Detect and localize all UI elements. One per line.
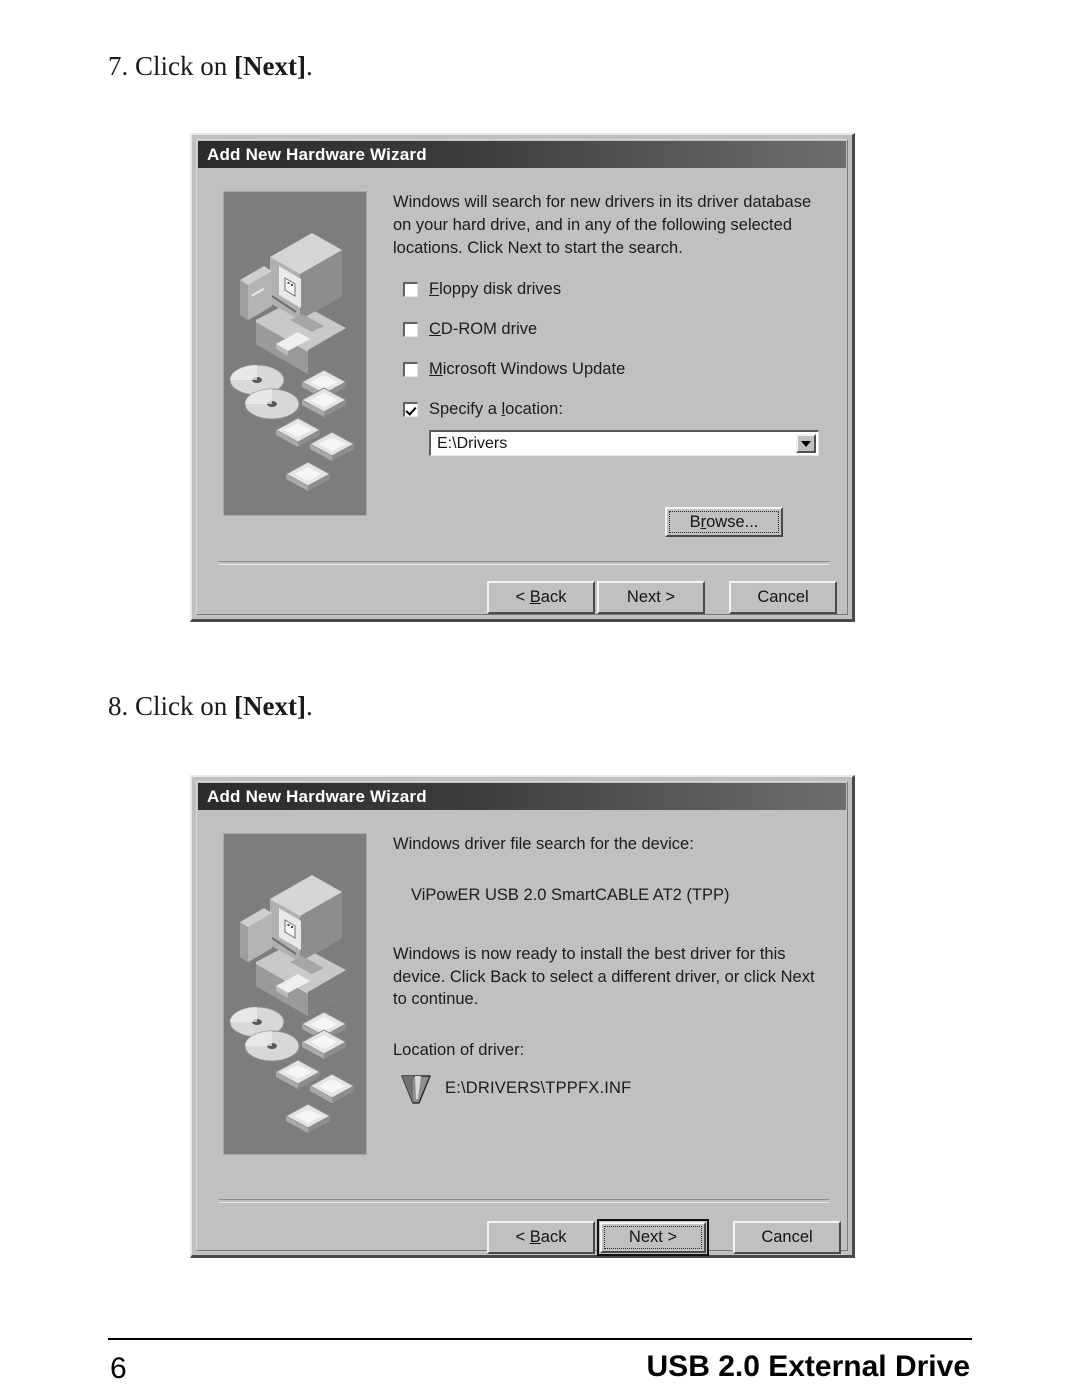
checkbox-label-specify-a-location: Specify a location:: [429, 400, 563, 419]
checkbox-cd-rom-drive[interactable]: [403, 322, 418, 338]
step-7-text-before: Click on: [135, 51, 234, 81]
checkbox-label-microsoft-windows-update: Microsoft Windows Update: [429, 360, 626, 379]
step-7-instruction: 7. Click on [Next].: [108, 50, 313, 82]
checkbox-specify-a-location[interactable]: [403, 402, 418, 418]
checkbox-row-microsoft-windows-update[interactable]: Microsoft Windows Update: [393, 360, 829, 379]
checkbox-row-floppy-disk-drives[interactable]: Floppy disk drives: [393, 280, 829, 299]
back-button-2-label: < Back: [515, 1228, 567, 1246]
browse-button-label: Browse...: [689, 512, 759, 531]
device-name: ViPowER USB 2.0 SmartCABLE AT2 (TPP): [411, 885, 730, 904]
checkbox-microsoft-windows-update[interactable]: [403, 362, 418, 378]
dialog-2-button-row: < Back Next > Cancel: [487, 1219, 841, 1256]
computer-cds-chips-icon: [224, 192, 366, 515]
add-new-hardware-wizard-dialog-2[interactable]: Add New Hardware Wizard Windows driver f…: [190, 775, 855, 1258]
dialog-1-content: Windows will search for new drivers in i…: [393, 191, 829, 457]
next-button-1-label: Next >: [626, 588, 676, 606]
next-button-2-label: Next >: [628, 1228, 678, 1246]
dialog-1-titlebar: Add New Hardware Wizard: [198, 141, 846, 168]
checkbox-label-cd-rom-drive: CD-ROM drive: [429, 320, 538, 339]
dialog-2-title: Add New Hardware Wizard: [207, 786, 427, 806]
step-8-emphasis: [Next]: [234, 691, 306, 721]
checkbox-row-specify-a-location[interactable]: Specify a location:: [393, 400, 829, 419]
footer-page-number: 6: [110, 1352, 127, 1385]
step-8-text-before: Click on: [135, 691, 234, 721]
step-7-text-after: .: [305, 51, 313, 81]
dialog-2-inner-frame: Add New Hardware Wizard Windows driver f…: [196, 781, 848, 1256]
add-new-hardware-wizard-dialog-1[interactable]: Add New Hardware Wizard Windows will sea…: [190, 133, 855, 622]
driver-path: E:\DRIVERS\TPPFX.INF: [445, 1079, 632, 1098]
browse-button[interactable]: Browse...: [665, 507, 783, 537]
location-combobox[interactable]: E:\Drivers: [429, 430, 819, 457]
footer-title: USB 2.0 External Drive: [646, 1350, 970, 1383]
cancel-button-1-label: Cancel: [757, 588, 809, 606]
footer-divider: [108, 1338, 972, 1340]
dialog-1-inner-frame: Add New Hardware Wizard Windows will sea…: [196, 139, 848, 615]
cancel-button-2[interactable]: Cancel: [733, 1221, 841, 1254]
wizard-illustration-1: [223, 191, 367, 516]
computer-cds-chips-icon: [224, 834, 366, 1154]
dialog-1-body-text: Windows will search for new drivers in i…: [393, 193, 812, 257]
driver-location-row: E:\DRIVERS\TPPFX.INF: [393, 1072, 829, 1106]
ready-to-install-text: Windows is now ready to install the best…: [393, 944, 815, 1009]
back-button-1[interactable]: < Back: [487, 581, 595, 614]
driver-search-heading: Windows driver file search for the devic…: [393, 835, 694, 853]
funnel-icon: [401, 1075, 431, 1104]
step-7-number: 7.: [108, 51, 129, 81]
dialog-1-separator: [219, 561, 829, 565]
wizard-illustration-2: [223, 833, 367, 1155]
checkbox-floppy-disk-drives[interactable]: [403, 282, 418, 298]
dialog-1-button-row: < Back Next > Cancel: [487, 581, 837, 614]
back-button-1-label: < Back: [515, 588, 567, 606]
dialog-1-title: Add New Hardware Wizard: [207, 144, 427, 164]
dialog-1-body: Windows will search for new drivers in i…: [197, 169, 847, 614]
location-of-driver-label: Location of driver:: [393, 1041, 525, 1060]
step-8-number: 8.: [108, 691, 129, 721]
next-button-2[interactable]: Next >: [597, 1219, 709, 1256]
chevron-down-icon[interactable]: [796, 434, 816, 454]
cancel-button-1[interactable]: Cancel: [729, 581, 837, 614]
dialog-2-body: Windows driver file search for the devic…: [197, 811, 847, 1256]
dialog-2-titlebar: Add New Hardware Wizard: [198, 783, 846, 810]
step-7-emphasis: [Next]: [234, 51, 306, 81]
checkbox-row-cd-rom-drive[interactable]: CD-ROM drive: [393, 320, 829, 339]
back-button-2[interactable]: < Back: [487, 1221, 595, 1254]
dialog-2-separator: [219, 1199, 829, 1203]
dialog-2-content: Windows driver file search for the devic…: [393, 833, 829, 1106]
step-8-text-after: .: [305, 691, 313, 721]
checkbox-label-floppy-disk-drives: Floppy disk drives: [429, 280, 562, 299]
step-8-instruction: 8. Click on [Next].: [108, 690, 313, 722]
next-button-1[interactable]: Next >: [597, 581, 705, 614]
location-combobox-value: E:\Drivers: [437, 434, 508, 452]
cancel-button-2-label: Cancel: [761, 1228, 813, 1246]
